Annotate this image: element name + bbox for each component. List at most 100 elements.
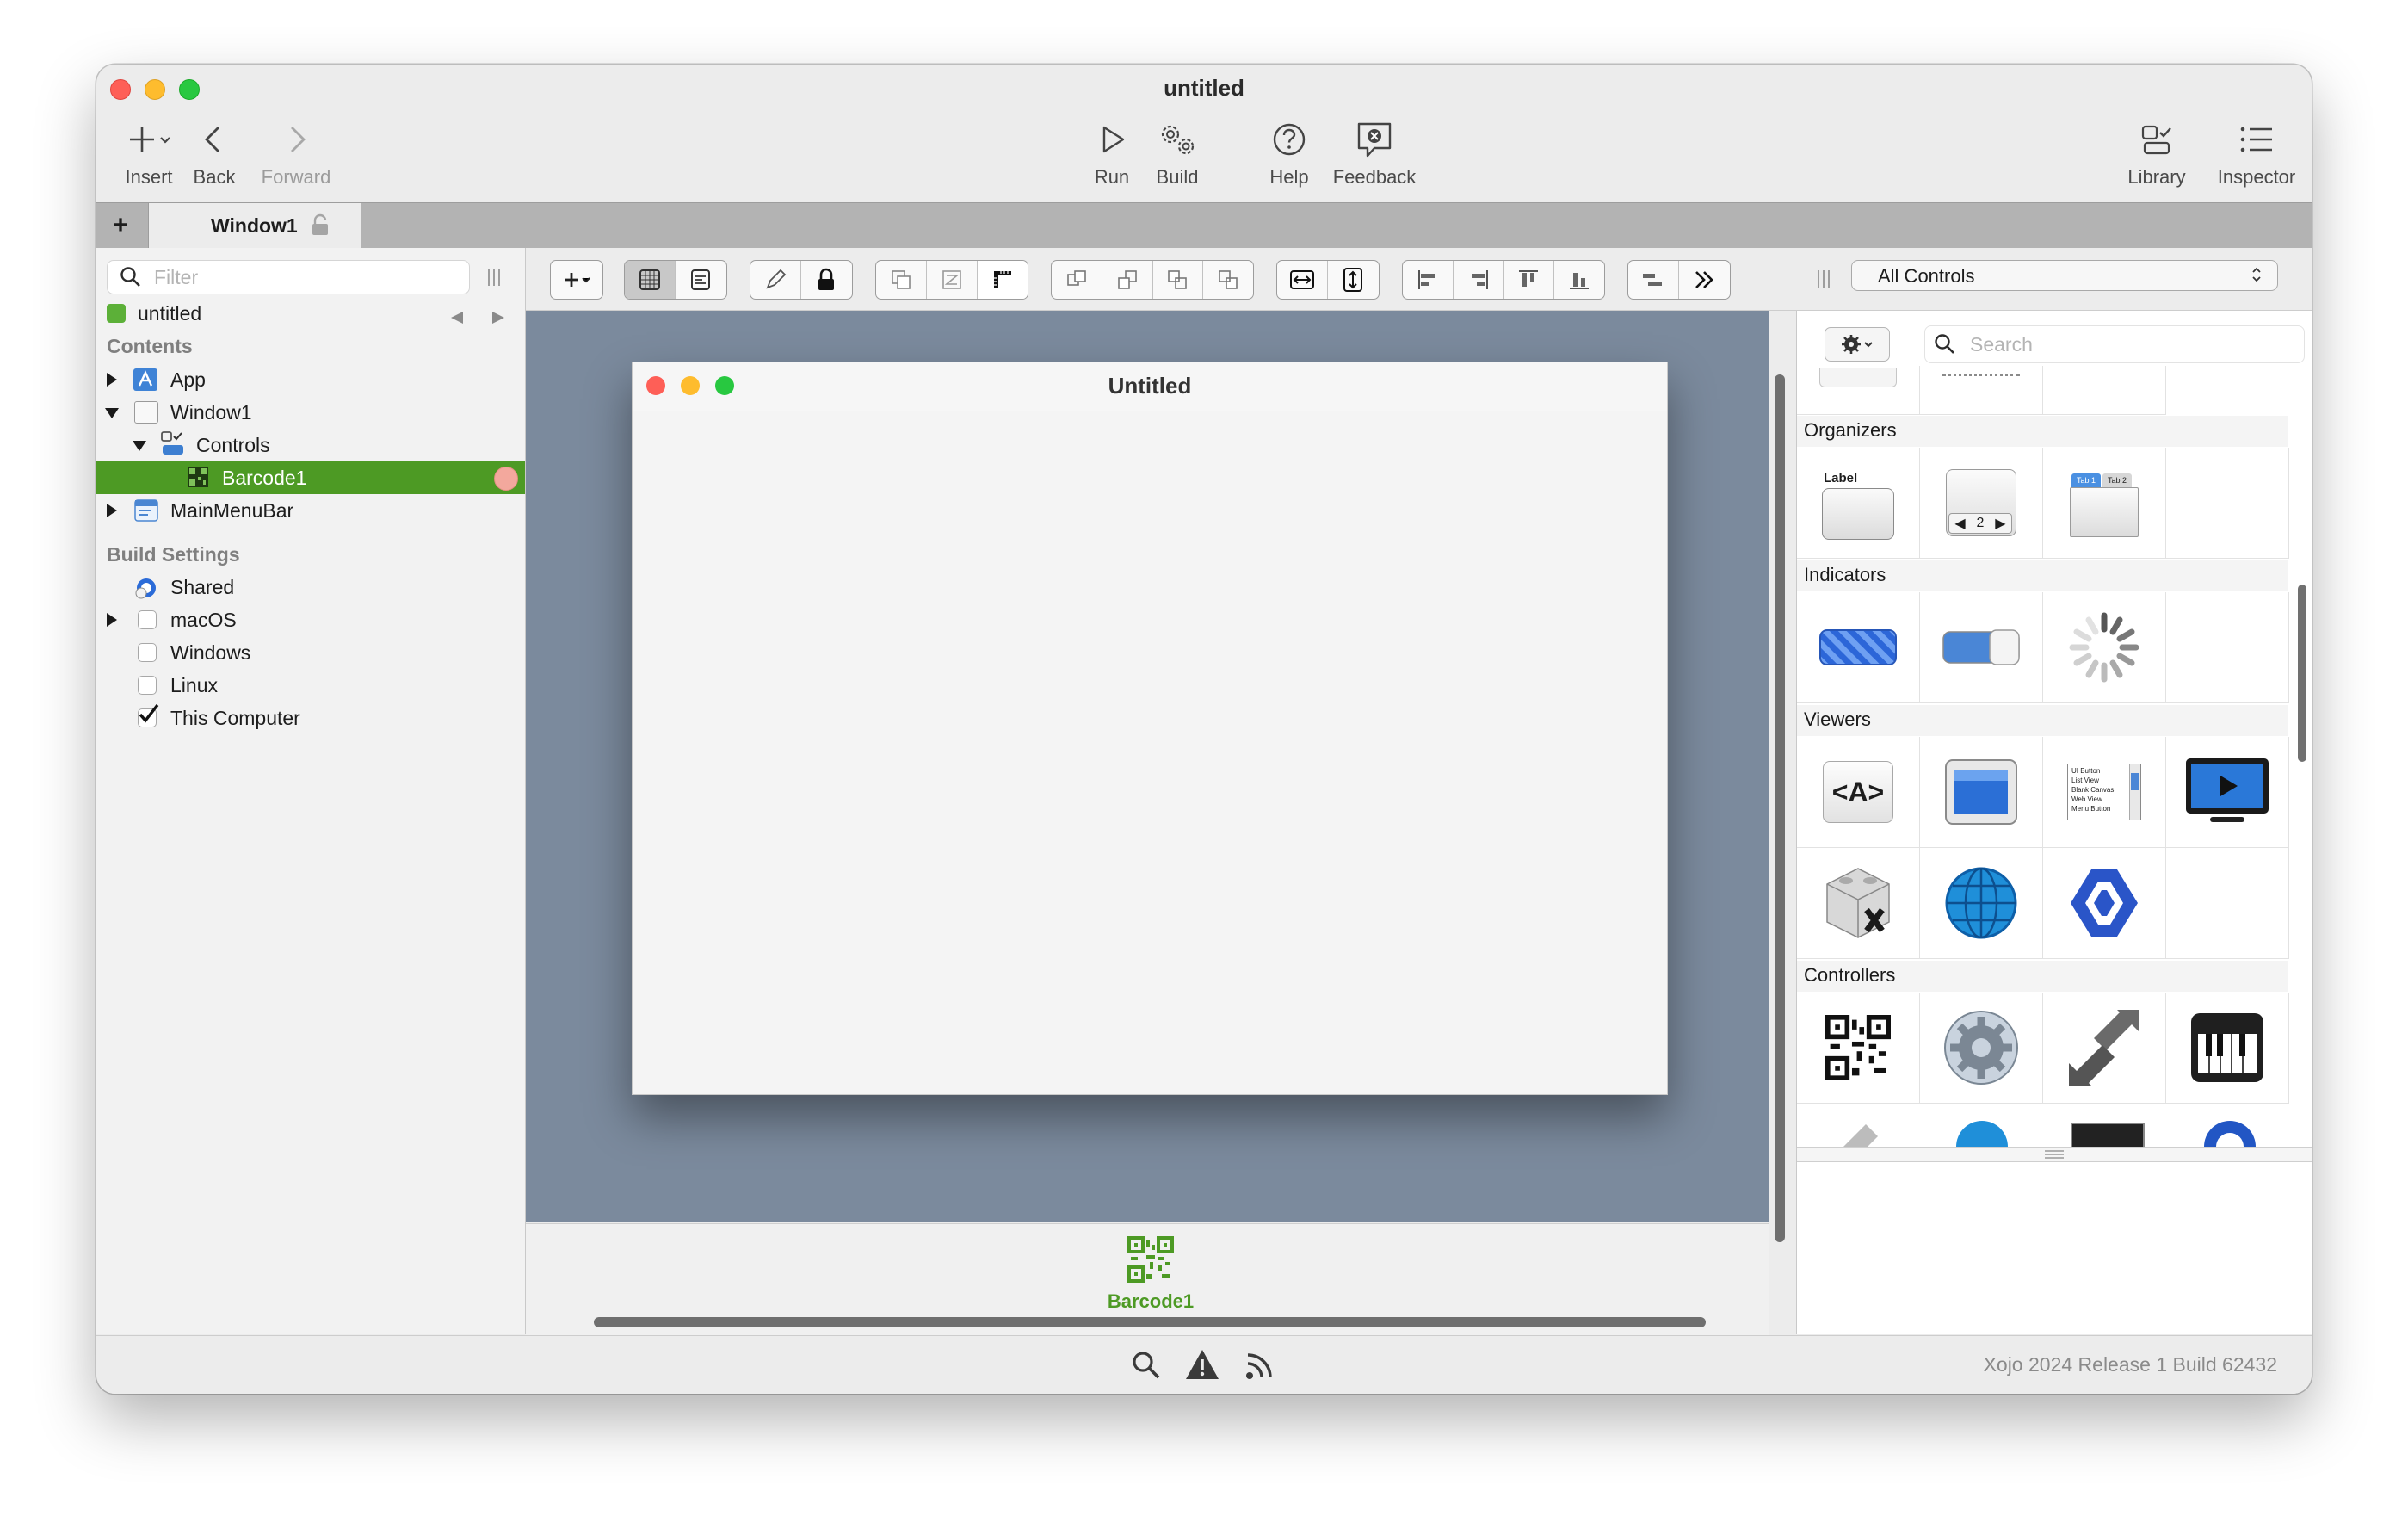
controls-filter-popup[interactable]: All Controls: [1851, 260, 2278, 291]
align-1-button[interactable]: [1052, 261, 1102, 299]
library-item-groupbox[interactable]: Label: [1797, 448, 1920, 559]
library-item-tabpanel[interactable]: Tab 1 Tab 2: [2043, 448, 2166, 559]
disclosure-right-icon[interactable]: [107, 613, 117, 627]
macos-checkbox[interactable]: [138, 610, 157, 629]
match-width-button[interactable]: [1277, 261, 1328, 299]
library-item-globe[interactable]: [1920, 848, 2043, 959]
canvas-vertical-scrollbar[interactable]: [1775, 374, 1785, 1242]
library-split-handle[interactable]: [1797, 1147, 2312, 1162]
library-search-field[interactable]: Search: [1924, 325, 2305, 363]
monitor-play-icon: [2186, 758, 2269, 822]
more-tools-button[interactable]: [1679, 261, 1729, 299]
design-window[interactable]: Untitled: [632, 362, 1668, 1095]
library-button[interactable]: Library: [2119, 118, 2195, 189]
library-item[interactable]: [1797, 366, 1920, 415]
library-item-pagepanel[interactable]: ◀ 2 ▶: [1920, 448, 2043, 559]
guides-button[interactable]: [978, 261, 1028, 299]
windows-checkbox[interactable]: [138, 643, 157, 662]
help-button[interactable]: Help: [1256, 118, 1322, 189]
build-item-linux[interactable]: Linux: [96, 669, 525, 702]
feed-icon[interactable]: [1244, 1350, 1275, 1385]
match-height-button[interactable]: [1328, 261, 1378, 299]
filter-input[interactable]: [152, 264, 457, 290]
build-item-shared[interactable]: Shared: [96, 571, 525, 603]
disclosure-down-icon[interactable]: [133, 441, 146, 451]
tree-item-mainmenubar[interactable]: MainMenuBar: [96, 494, 525, 527]
align-top-button[interactable]: [1504, 261, 1555, 299]
align-4-button[interactable]: [1203, 261, 1253, 299]
lock-control-button[interactable]: [801, 261, 851, 299]
play-icon: [1095, 118, 1129, 161]
build-settings-header: Build Settings: [107, 543, 240, 566]
build-item-macos[interactable]: macOS: [96, 603, 525, 636]
library-item[interactable]: [2043, 366, 2166, 415]
breakpoint-indicator[interactable]: [494, 467, 518, 491]
tree-item-barcode1[interactable]: Barcode1: [96, 461, 525, 494]
forward-label: Forward: [261, 166, 331, 188]
canvas-horizontal-scrollbar[interactable]: [594, 1317, 1706, 1327]
panel-divider-icon[interactable]: [485, 267, 503, 292]
library-action-button[interactable]: [1825, 327, 1890, 362]
library-item-movieplayer[interactable]: [2166, 737, 2289, 848]
insert-button[interactable]: Insert: [110, 118, 188, 189]
tree-item-app[interactable]: App: [96, 363, 525, 396]
filter-field[interactable]: [107, 260, 470, 294]
back-button[interactable]: Back: [182, 118, 246, 189]
linux-checkbox[interactable]: [138, 676, 157, 695]
library-item-thread[interactable]: [1920, 993, 2043, 1104]
navigator: untitled Contents App Window1: [96, 248, 526, 1334]
tab-order-button[interactable]: [927, 261, 978, 299]
align-right-button[interactable]: [1454, 261, 1504, 299]
library-item-htmlviewer[interactable]: <A>: [1797, 737, 1920, 848]
order-front-button[interactable]: [876, 261, 927, 299]
library-item-canvas[interactable]: [1920, 737, 2043, 848]
add-control-button[interactable]: [551, 261, 602, 299]
inspector-button[interactable]: Inspector: [2210, 118, 2303, 189]
add-tab-button[interactable]: +: [96, 203, 145, 248]
library-item-xojocloud[interactable]: [2043, 848, 2166, 959]
lock-icon: [818, 268, 834, 290]
tray-item-barcode1[interactable]: Barcode1: [1077, 1236, 1225, 1313]
build-button[interactable]: Build: [1143, 118, 1212, 189]
library-item-listbox[interactable]: UI Button List View Blank Canvas Web Vie…: [2043, 737, 2166, 848]
project-row[interactable]: untitled: [96, 297, 525, 330]
library-item-progressbar[interactable]: [1797, 592, 1920, 703]
library-item-piano[interactable]: [2166, 993, 2289, 1104]
search-icon[interactable]: [1131, 1350, 1162, 1385]
library-item-xojoplugin[interactable]: [1797, 848, 1920, 959]
layout-view-button[interactable]: [625, 261, 676, 299]
tree-item-controls[interactable]: Controls: [96, 429, 525, 461]
library-item-barcode[interactable]: [1797, 993, 1920, 1104]
library-item-spinner[interactable]: [2043, 592, 2166, 703]
updown-chevron-icon: [2250, 264, 2263, 289]
feedback-button[interactable]: Feedback: [1327, 118, 1422, 189]
align-3-button[interactable]: [1153, 261, 1204, 299]
align-2-button[interactable]: [1102, 261, 1153, 299]
library-item[interactable]: [1920, 366, 2043, 415]
ruler-icon: [994, 271, 1011, 288]
library-vertical-scrollbar[interactable]: [2298, 585, 2306, 762]
tree-item-window1[interactable]: Window1: [96, 396, 525, 429]
panel-divider-icon[interactable]: [1815, 269, 1832, 294]
build-item-windows[interactable]: Windows: [96, 636, 525, 669]
run-button[interactable]: Run: [1081, 118, 1143, 189]
disclosure-right-icon[interactable]: [107, 373, 117, 387]
align-bottom-button[interactable]: [1554, 261, 1604, 299]
warning-icon[interactable]: [1184, 1348, 1220, 1385]
nav-forward-icon[interactable]: [491, 306, 506, 330]
drag-handle-icon: [2045, 1150, 2064, 1159]
distribute-button[interactable]: [1628, 261, 1679, 299]
disclosure-down-icon[interactable]: [105, 408, 119, 418]
library-item-serial[interactable]: [2043, 993, 2166, 1104]
nav-back-icon[interactable]: [449, 306, 465, 330]
disclosure-right-icon[interactable]: [107, 504, 117, 517]
align-left-button[interactable]: [1403, 261, 1454, 299]
library-item-switch[interactable]: [1920, 592, 2043, 703]
build-item-this-computer[interactable]: This Computer: [96, 702, 525, 734]
edit-button[interactable]: [750, 261, 801, 299]
forward-button[interactable]: Forward: [251, 118, 341, 189]
code-view-button[interactable]: [676, 261, 725, 299]
tab-window1[interactable]: Window1: [148, 203, 361, 248]
this-computer-checkbox[interactable]: [138, 703, 159, 727]
lock-icon[interactable]: [309, 213, 331, 242]
